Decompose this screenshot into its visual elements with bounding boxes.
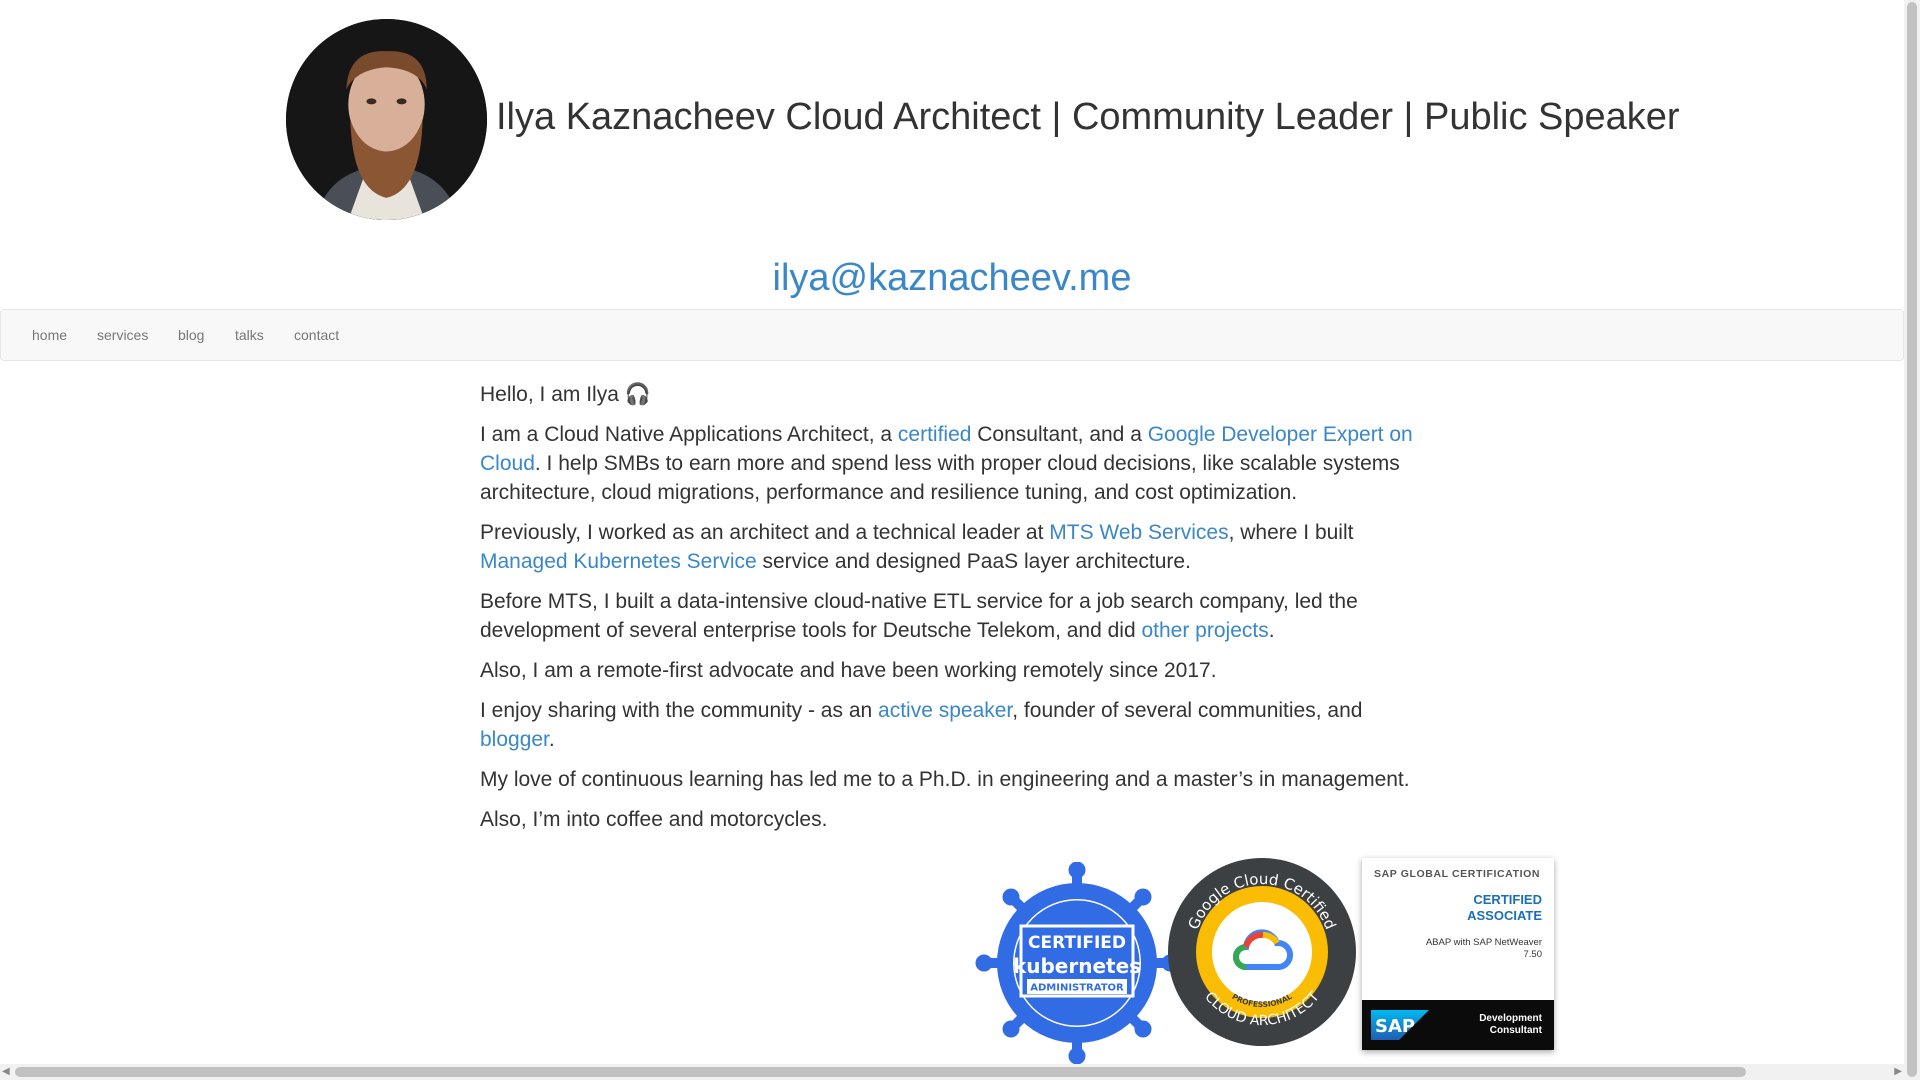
- k8s-line3: ADMINISTRATOR: [1030, 983, 1124, 994]
- nav-blog[interactable]: blog: [178, 310, 204, 360]
- text: , founder of several communities, and: [1012, 699, 1363, 722]
- sap-footer-text: Development Consultant: [1479, 1013, 1542, 1037]
- nav-contact[interactable]: contact: [294, 310, 339, 360]
- speaker-link[interactable]: active speaker: [878, 699, 1012, 722]
- blogger-link[interactable]: blogger: [480, 728, 549, 751]
- sap-cert-line1: CERTIFIED: [1473, 892, 1542, 907]
- avatar: [286, 19, 487, 220]
- sap-subtitle: ABAP with SAP NetWeaver 7.50: [1392, 937, 1542, 961]
- k8s-line1: CERTIFIED: [1028, 933, 1126, 953]
- text: Previously, I worked as an architect and…: [480, 521, 1050, 544]
- scroll-right-arrow-icon[interactable]: ▶: [1892, 1066, 1902, 1078]
- sap-sub-line1: ABAP with SAP NetWeaver: [1425, 937, 1542, 948]
- vertical-scrollbar-thumb[interactable]: [1907, 2, 1917, 1077]
- text: , where I built: [1228, 521, 1354, 544]
- about-content: Hello, I am Ilya 🎧 I am a Cloud Native A…: [480, 380, 1420, 845]
- k8s-line2: kubernetes: [1013, 954, 1141, 978]
- horizontal-scrollbar[interactable]: ◀ ▶: [0, 1064, 1904, 1080]
- sap-footer: SAP Development Consultant: [1362, 1000, 1554, 1050]
- hobbies-paragraph: Also, I’m into coffee and motorcycles.: [480, 808, 828, 831]
- text: I am a Cloud Native Applications Archite…: [480, 423, 898, 446]
- other-projects-link[interactable]: other projects: [1141, 619, 1268, 642]
- sap-logo-text: SAP: [1375, 1016, 1415, 1037]
- email-link[interactable]: ilya@kaznacheev.me: [773, 257, 1132, 299]
- nav-home[interactable]: home: [32, 310, 67, 360]
- text: service and designed PaaS layer architec…: [756, 550, 1191, 573]
- previous-paragraph: Previously, I worked as an architect and…: [480, 518, 1420, 576]
- horizontal-scrollbar-thumb[interactable]: [15, 1067, 1746, 1077]
- scroll-left-arrow-icon[interactable]: ◀: [2, 1066, 12, 1078]
- google-cloud-architect-badge[interactable]: Google Cloud Certified CLOUD ARCHITECT P…: [1167, 857, 1357, 1047]
- sap-foot-line1: Development: [1479, 1013, 1542, 1024]
- sap-certified-associate-badge[interactable]: SAP GLOBAL CERTIFICATION CERTIFIED ASSOC…: [1362, 858, 1554, 1050]
- text: .: [1268, 619, 1275, 642]
- nav-talks[interactable]: talks: [235, 310, 264, 360]
- sap-sub-line2: 7.50: [1523, 949, 1543, 960]
- intro-paragraph: I am a Cloud Native Applications Archite…: [480, 420, 1420, 507]
- sap-logo-icon: SAP: [1371, 1010, 1429, 1040]
- sap-header: SAP GLOBAL CERTIFICATION: [1374, 868, 1541, 880]
- main-navbar: home services blog talks contact: [0, 309, 1904, 361]
- before-paragraph: Before MTS, I built a data-intensive clo…: [480, 587, 1420, 645]
- site-title: Ilya Kaznacheev Cloud Architect | Commun…: [496, 96, 1680, 138]
- sap-cert-line2: ASSOCIATE: [1467, 908, 1542, 923]
- kubernetes-cka-badge[interactable]: CERTIFIED kubernetes ADMINISTRATOR: [975, 861, 1180, 1065]
- vertical-scrollbar[interactable]: [1904, 0, 1920, 1080]
- email: ilya@kaznacheev.me: [0, 256, 1904, 300]
- remote-paragraph: Also, I am a remote-first advocate and h…: [480, 659, 1217, 682]
- text: .: [548, 728, 555, 751]
- sap-foot-line2: Consultant: [1489, 1025, 1542, 1036]
- learning-paragraph: My love of continuous learning has led m…: [480, 768, 1410, 791]
- community-paragraph: I enjoy sharing with the community - as …: [480, 696, 1420, 754]
- greeting: Hello, I am Ilya 🎧: [480, 383, 651, 406]
- mks-link[interactable]: Managed Kubernetes Service: [480, 550, 757, 573]
- text: Consultant, and a: [971, 423, 1148, 446]
- certified-link[interactable]: certified: [898, 423, 972, 446]
- site-header: Ilya Kaznacheev Cloud Architect | Commun…: [0, 0, 1904, 309]
- text: . I help SMBs to earn more and spend les…: [480, 452, 1400, 504]
- nav-services[interactable]: services: [97, 310, 148, 360]
- text: I enjoy sharing with the community - as …: [480, 699, 879, 722]
- mts-link[interactable]: MTS Web Services: [1049, 521, 1228, 544]
- sap-cert-title: CERTIFIED ASSOCIATE: [1467, 892, 1542, 924]
